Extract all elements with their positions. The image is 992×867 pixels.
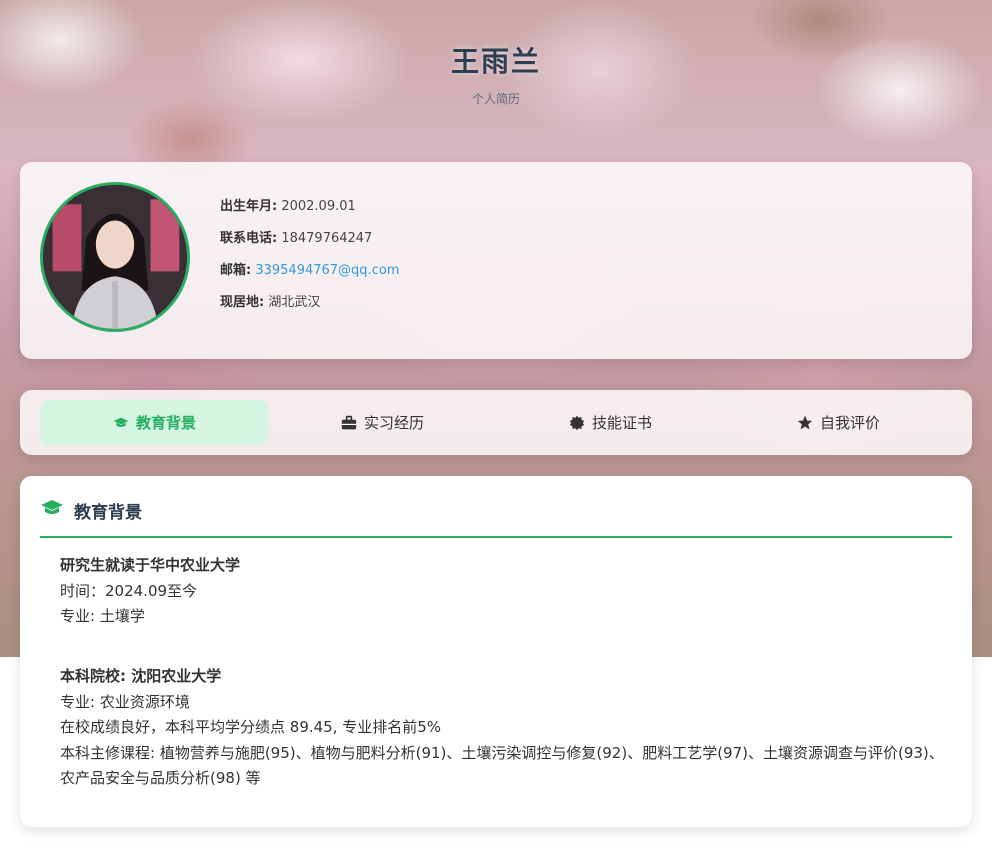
star-icon (796, 415, 814, 431)
tab-self-evaluation-label: 自我评价 (819, 414, 880, 432)
tab-skills-label: 技能证书 (591, 414, 652, 432)
undergrad-school: 本科院校: 沈阳农业大学 (60, 667, 222, 685)
location-label: 现居地: (220, 295, 265, 310)
graduation-cap-icon (40, 498, 64, 518)
graduate-education: 研究生就读于华中农业大学 时间：2024.09至今 专业: 土壤学 (60, 553, 240, 630)
profile-card: 出生年月: 2002.09.01 联系电话: 18479764247 邮箱: 3… (20, 162, 972, 359)
section-heading: 教育背景 (40, 498, 952, 538)
undergrad-gpa: 在校成绩良好，本科平均学分绩点 89.45, 专业排名前5% (60, 718, 442, 737)
profile-info: 出生年月: 2002.09.01 联系电话: 18479764247 邮箱: 3… (220, 198, 399, 326)
tabs-card: 教育背景 实习经历 技能证书 自我评价 (20, 390, 972, 455)
tab-internship[interactable]: 实习经历 (268, 400, 496, 445)
avatar (40, 182, 190, 332)
briefcase-icon (340, 415, 358, 431)
phone-row: 联系电话: 18479764247 (220, 230, 399, 262)
education-section-card: 教育背景 研究生就读于华中农业大学 时间：2024.09至今 专业: 土壤学 本… (20, 476, 972, 827)
email-link[interactable]: 3395494767@qq.com (255, 263, 399, 278)
resume-subtitle: 个人简历 (471, 92, 520, 106)
email-row: 邮箱: 3395494767@qq.com (220, 262, 399, 294)
email-label: 邮箱: (220, 263, 252, 278)
certificate-icon (568, 415, 586, 431)
graduate-school: 研究生就读于华中农业大学 (60, 556, 241, 574)
birth-label: 出生年月: (220, 199, 278, 214)
tab-bar: 教育背景 实习经历 技能证书 自我评价 (40, 400, 952, 445)
location-row: 现居地: 湖北武汉 (220, 294, 399, 326)
tab-skills[interactable]: 技能证书 (496, 400, 724, 445)
undergraduate-education: 本科院校: 沈阳农业大学 专业: 农业资源环境 在校成绩良好，本科平均学分绩点 … (60, 664, 950, 792)
undergrad-major: 专业: 农业资源环境 (60, 692, 190, 711)
tab-self-evaluation[interactable]: 自我评价 (724, 400, 952, 445)
phone-value: 18479764247 (281, 231, 373, 246)
graduation-cap-icon (112, 415, 130, 431)
birth-value: 2002.09.01 (281, 199, 356, 214)
birth-row: 出生年月: 2002.09.01 (220, 198, 399, 230)
resume-name: 王雨兰 (450, 45, 541, 78)
page-header: 王雨兰 个人简历 (0, 40, 992, 107)
tab-internship-label: 实习经历 (363, 414, 424, 432)
graduate-time: 时间：2024.09至今 (60, 581, 198, 600)
location-value: 湖北武汉 (268, 295, 321, 310)
section-title: 教育背景 (74, 503, 142, 523)
phone-label: 联系电话: (220, 231, 278, 246)
undergrad-courses: 本科主修课程: 植物营养与施肥(95)、植物与肥料分析(91)、土壤污染调控与修… (60, 743, 944, 788)
tab-education-label: 教育背景 (135, 414, 196, 432)
tab-education[interactable]: 教育背景 (40, 400, 268, 445)
graduate-major: 专业: 土壤学 (60, 607, 145, 626)
